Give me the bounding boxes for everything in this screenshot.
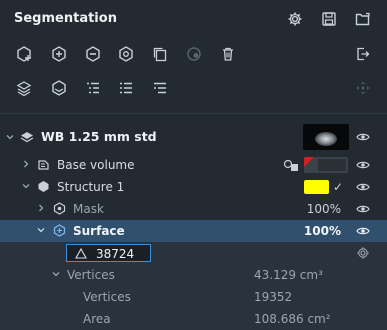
root-label: WB 1.25 mm std [41,129,157,144]
copy-icon[interactable] [150,44,170,64]
visible-check-icon[interactable]: ✓ [333,180,343,194]
structure-color-swatch[interactable] [304,180,329,194]
segmentation-panel: Segmentation WB 1.25 mm std Base volume … [0,0,387,330]
mask-opacity[interactable]: 100% [307,202,341,216]
vertices-group-label: Vertices [67,268,115,282]
vertices-value: 19352 [254,290,293,304]
tree-row-area: Area 108.686 cm² [0,308,387,330]
chevron-down-icon[interactable] [51,269,61,279]
add-segment-icon[interactable] [14,44,34,64]
dataset-icon [20,132,34,143]
delete-icon[interactable] [218,44,238,64]
list-icon[interactable] [116,78,136,98]
chevron-down-icon[interactable] [36,225,46,235]
visibility-eye-icon[interactable] [356,225,370,237]
tree-row-surface[interactable]: Surface 100% [0,220,387,242]
area-label: Area [83,312,111,326]
toolbar-divider [0,113,387,114]
chevron-right-icon[interactable] [36,203,46,213]
surface-opacity[interactable]: 100% [304,224,341,238]
panel-title: Segmentation [14,11,117,26]
triangles-field[interactable]: 38724 [66,244,151,262]
disabled-circle-icon [184,44,204,64]
gear-icon[interactable] [356,246,370,260]
chevron-down-icon[interactable] [5,132,15,142]
chevron-right-icon[interactable] [21,159,31,169]
tree-row-root[interactable]: WB 1.25 mm std [0,124,387,150]
base-volume-label: Base volume [57,158,135,172]
visibility-eye-icon[interactable] [356,181,370,193]
tree-row-structure[interactable]: Structure 1 ✓ [0,176,387,198]
mask-icon [53,202,66,215]
chevron-down-icon[interactable] [21,181,31,191]
cube-minus-icon[interactable] [83,44,103,64]
layers-settings-icon[interactable] [49,78,69,98]
tree-row-base-volume[interactable]: Base volume [0,154,387,176]
volume-thumbnail [303,124,349,150]
layers-plus-icon[interactable] [14,78,34,98]
triangles-count: 38724 [96,247,135,261]
list-indent-icon[interactable] [83,78,103,98]
base-volume-color-swatch[interactable] [304,157,348,173]
volume-value: 43.129 cm³ [254,268,323,282]
visibility-eye-icon[interactable] [356,159,370,171]
surface-icon [53,224,66,237]
cube-plus-icon[interactable] [49,44,69,64]
tree-row-triangles: 38724 [0,242,387,264]
tree-row-mask[interactable]: Mask 100% [0,198,387,220]
folder-open-icon[interactable] [354,10,372,28]
surface-label: Surface [73,224,125,238]
structure-icon [38,181,49,192]
cube-gear-icon[interactable] [116,44,136,64]
visibility-eye-icon[interactable] [356,131,370,143]
area-value: 108.686 cm² [254,312,331,326]
save-icon[interactable] [320,10,338,28]
tree-row-vertices: Vertices 19352 [0,286,387,308]
export-icon[interactable] [353,44,373,64]
visibility-eye-icon[interactable] [356,203,370,215]
mask-label: Mask [73,202,104,216]
tree-row-volume[interactable]: Vertices 43.129 cm³ [0,264,387,286]
gear-icon[interactable] [286,10,304,28]
triangle-icon [75,248,87,259]
list-outdent-icon[interactable] [150,78,170,98]
structure-label: Structure 1 [57,180,125,194]
vertices-label: Vertices [83,290,131,304]
base-volume-icon [38,160,49,170]
mask-link-icon[interactable] [283,158,299,172]
move-icon [353,78,373,98]
